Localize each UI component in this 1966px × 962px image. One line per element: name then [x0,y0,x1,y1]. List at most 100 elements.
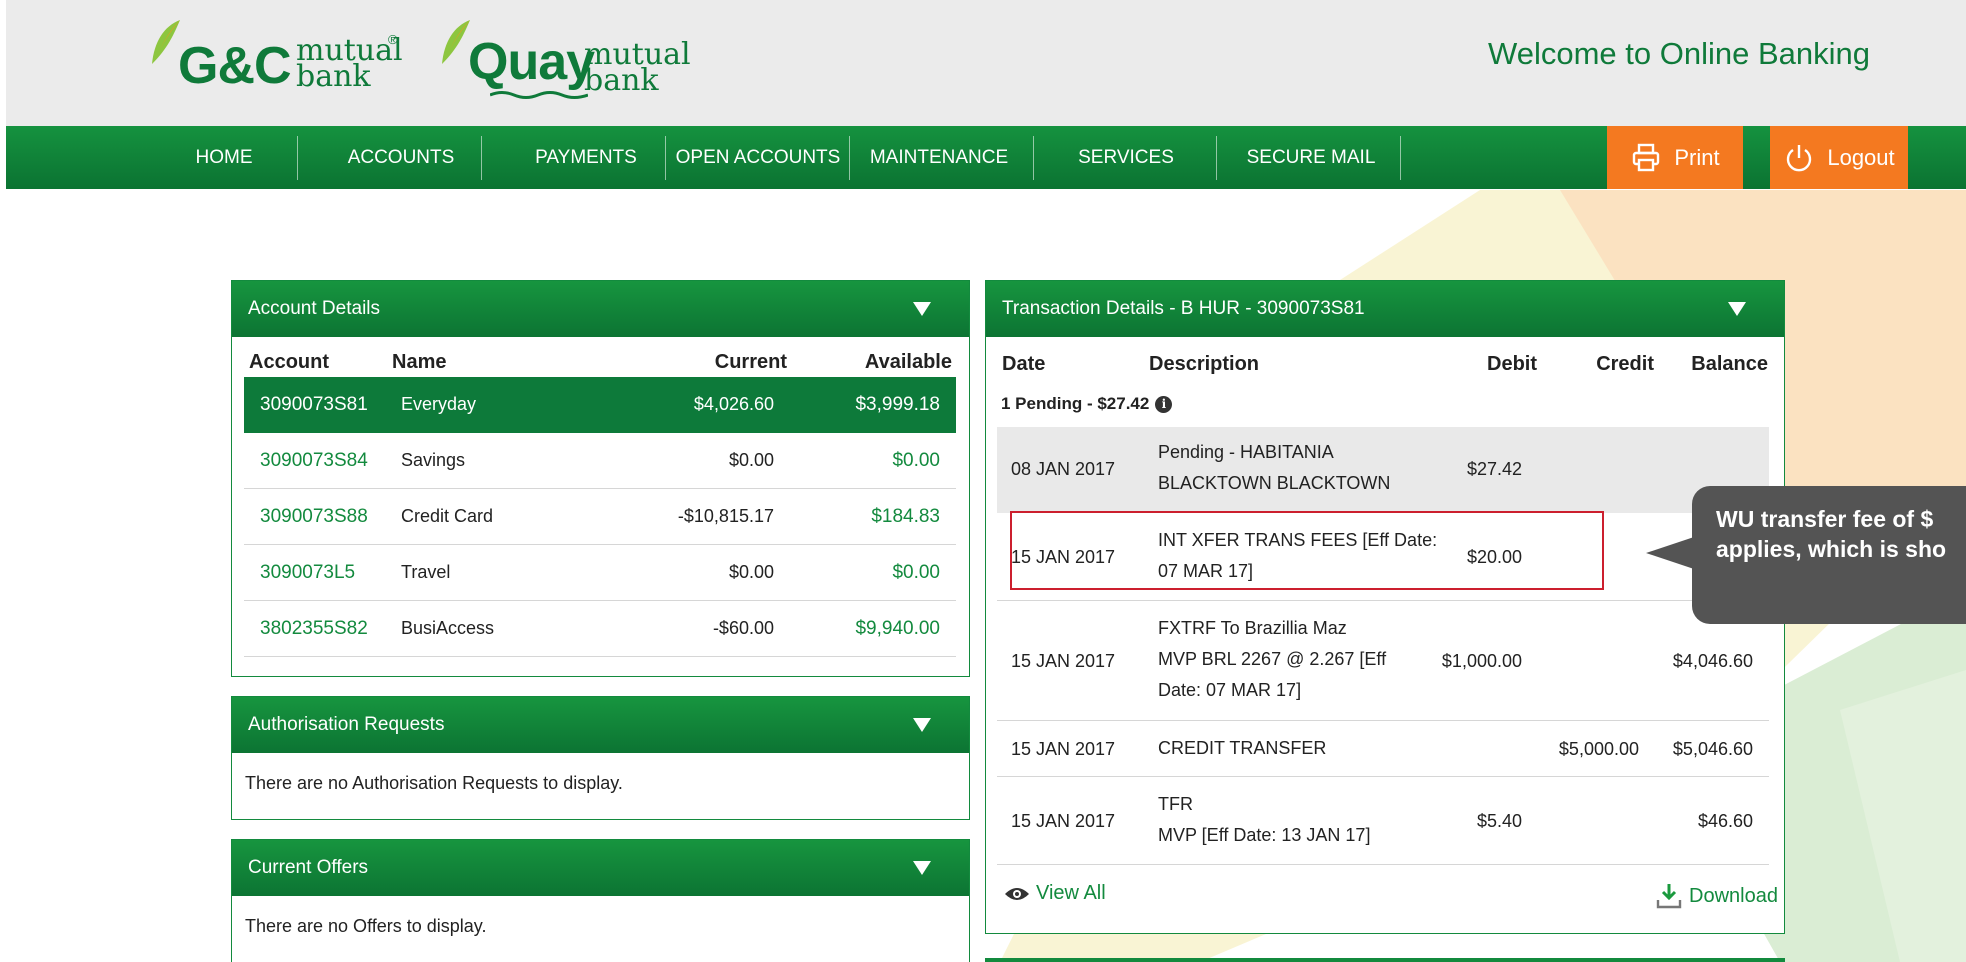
nav-divider [481,136,482,180]
download-link[interactable]: Download [1655,882,1778,910]
gc-brand-text: G&C [178,37,292,95]
column-header: Name [392,351,447,373]
description-line: Pending - HABITANIA [1158,442,1334,462]
nav-divider [1400,136,1401,180]
description-line: TFR [1158,794,1193,814]
transaction-row[interactable]: 15 JAN 2017 FXTRF To Brazillia Maz MVP B… [997,601,1769,721]
description-line: MVP BRL 2267 @ 2.267 [Eff [1158,649,1387,669]
logout-button[interactable]: Logout [1770,126,1908,189]
column-header: Account [249,351,329,373]
account-number-link[interactable]: 3802355S82 [260,618,368,640]
quay-brand-sub: mutual bank [584,37,691,98]
description-line: MVP [Eff Date: 13 JAN 17] [1158,825,1371,845]
account-name: BusiAccess [401,618,495,638]
nav-home[interactable]: HOME [174,126,274,189]
account-row[interactable]: 3090073L5 Travel $0.00 $0.00 [244,545,956,601]
info-icon[interactable]: i [1155,395,1173,413]
transaction-row[interactable]: 15 JAN 2017 CREDIT TRANSFER $5,000.00 $5… [997,721,1769,777]
account-details-panel: Account Details Account Name Current Ava… [231,280,970,677]
nav-payments[interactable]: PAYMENTS [506,126,666,189]
quay-brand-text: Quay [468,33,595,91]
current-balance: $0.00 [728,562,774,582]
empty-message: There are no Authorisation Requests to d… [245,773,623,793]
pending-summary: 1 Pending - $27.42 i [1001,394,1173,414]
column-header: Current [714,351,787,373]
transaction-date: 15 JAN 2017 [1011,651,1116,671]
panel-title: Authorisation Requests [248,714,445,735]
transaction-body: 1 Pending - $27.42 i 08 JAN 2017 Pending… [985,280,1785,934]
transaction-debit: $1,000.00 [1441,651,1522,671]
transaction-date: 08 JAN 2017 [1011,459,1116,479]
collapse-triangle-icon[interactable] [913,302,931,316]
description-line: BLACKTOWN BLACKTOWN [1158,473,1391,493]
description-line: Date: 07 MAR 17] [1158,680,1302,700]
nav-services[interactable]: SERVICES [1046,126,1206,189]
nav-accounts[interactable]: ACCOUNTS [326,126,476,189]
print-button[interactable]: Print [1607,126,1743,189]
next-panel-edge [985,958,1785,962]
site-header: G&C mutual bank ® Quay mutual bank Welco… [6,0,1966,126]
authorisation-requests-header[interactable]: Authorisation Requests [232,697,969,753]
collapse-triangle-icon[interactable] [913,861,931,875]
account-number-link[interactable]: 3090073S84 [260,450,368,472]
transaction-description: Pending - HABITANIA BLACKTOWN BLACKTOWN [1158,437,1390,499]
transaction-description: TFR MVP [Eff Date: 13 JAN 17] [1158,789,1370,851]
current-offers-panel: Current Offers There are no Offers to di… [231,839,970,962]
download-label: Download [1689,884,1778,907]
available-balance: $0.00 [892,562,940,583]
column-header: Available [864,351,952,373]
view-all-link[interactable]: View All [1004,882,1106,905]
current-balance: $4,026.60 [693,394,774,414]
current-balance: $0.00 [728,450,774,470]
account-row[interactable]: 3090073S81 Everyday $4,026.60 $3,999.18 [244,377,956,433]
account-row[interactable]: 3090073S84 Savings $0.00 $0.00 [244,433,956,489]
nav-open-accounts[interactable]: OPEN ACCOUNTS [668,126,848,189]
nav-divider [849,136,850,180]
account-number-link[interactable]: 3090073S81 [260,394,368,416]
eye-icon [1005,887,1029,900]
empty-message: There are no Offers to display. [245,916,487,936]
nav-secure-mail[interactable]: SECURE MAIL [1226,126,1396,189]
nav-divider [1033,136,1034,180]
account-number-link[interactable]: 3090073L5 [260,562,355,584]
transaction-debit: $5.40 [1476,811,1522,831]
collapse-triangle-icon[interactable] [913,718,931,732]
account-row[interactable]: 3090073S88 Credit Card -$10,815.17 $184.… [244,489,956,545]
account-number-link[interactable]: 3090073S88 [260,506,368,528]
gc-brand-sub: mutual bank [296,33,403,94]
account-name: Credit Card [401,506,494,526]
current-offers-header[interactable]: Current Offers [232,840,969,896]
leaf-icon [442,20,470,64]
leaf-icon [152,20,180,64]
account-name: Savings [401,450,466,470]
transaction-description: CREDIT TRANSFER [1158,738,1327,758]
welcome-heading: Welcome to Online Banking [1488,36,1870,71]
main-nav: HOME ACCOUNTS PAYMENTS OPEN ACCOUNTS MAI… [6,126,1966,189]
transaction-footer: View All Download [1004,882,1778,912]
transaction-row[interactable]: 15 JAN 2017 TFR MVP [Eff Date: 13 JAN 17… [997,777,1769,865]
account-name: Everyday [401,394,477,414]
pending-summary-text: 1 Pending - $27.42 [1001,394,1150,413]
nav-maintenance[interactable]: MAINTENANCE [854,126,1024,189]
nav-divider [297,136,298,180]
available-balance: $0.00 [892,450,940,471]
transaction-date: 15 JAN 2017 [1011,811,1116,831]
available-balance: $9,940.00 [855,618,940,639]
callout-line: WU transfer fee of $ [1716,506,1934,532]
account-details-header[interactable]: Account Details [232,281,969,337]
panel-title: Account Details [248,298,381,319]
transaction-balance: $5,046.60 [1672,739,1753,759]
transaction-row-pending[interactable]: 08 JAN 2017 Pending - HABITANIA BLACKTOW… [997,427,1769,513]
transaction-balance: $46.60 [1697,811,1753,831]
nav-divider [665,136,666,180]
available-balance: $184.83 [871,506,940,527]
power-icon [1787,144,1812,171]
logout-label: Logout [1827,144,1895,170]
nav-divider [1216,136,1217,180]
account-row[interactable]: 3802355S82 BusiAccess -$60.00 $9,940.00 [244,601,956,657]
callout-arrow [1646,537,1694,569]
printer-icon [1633,143,1660,171]
current-balance: -$10,815.17 [677,506,774,526]
registered-mark: ® [388,32,398,47]
callout-line: applies, which is sho [1716,536,1947,562]
